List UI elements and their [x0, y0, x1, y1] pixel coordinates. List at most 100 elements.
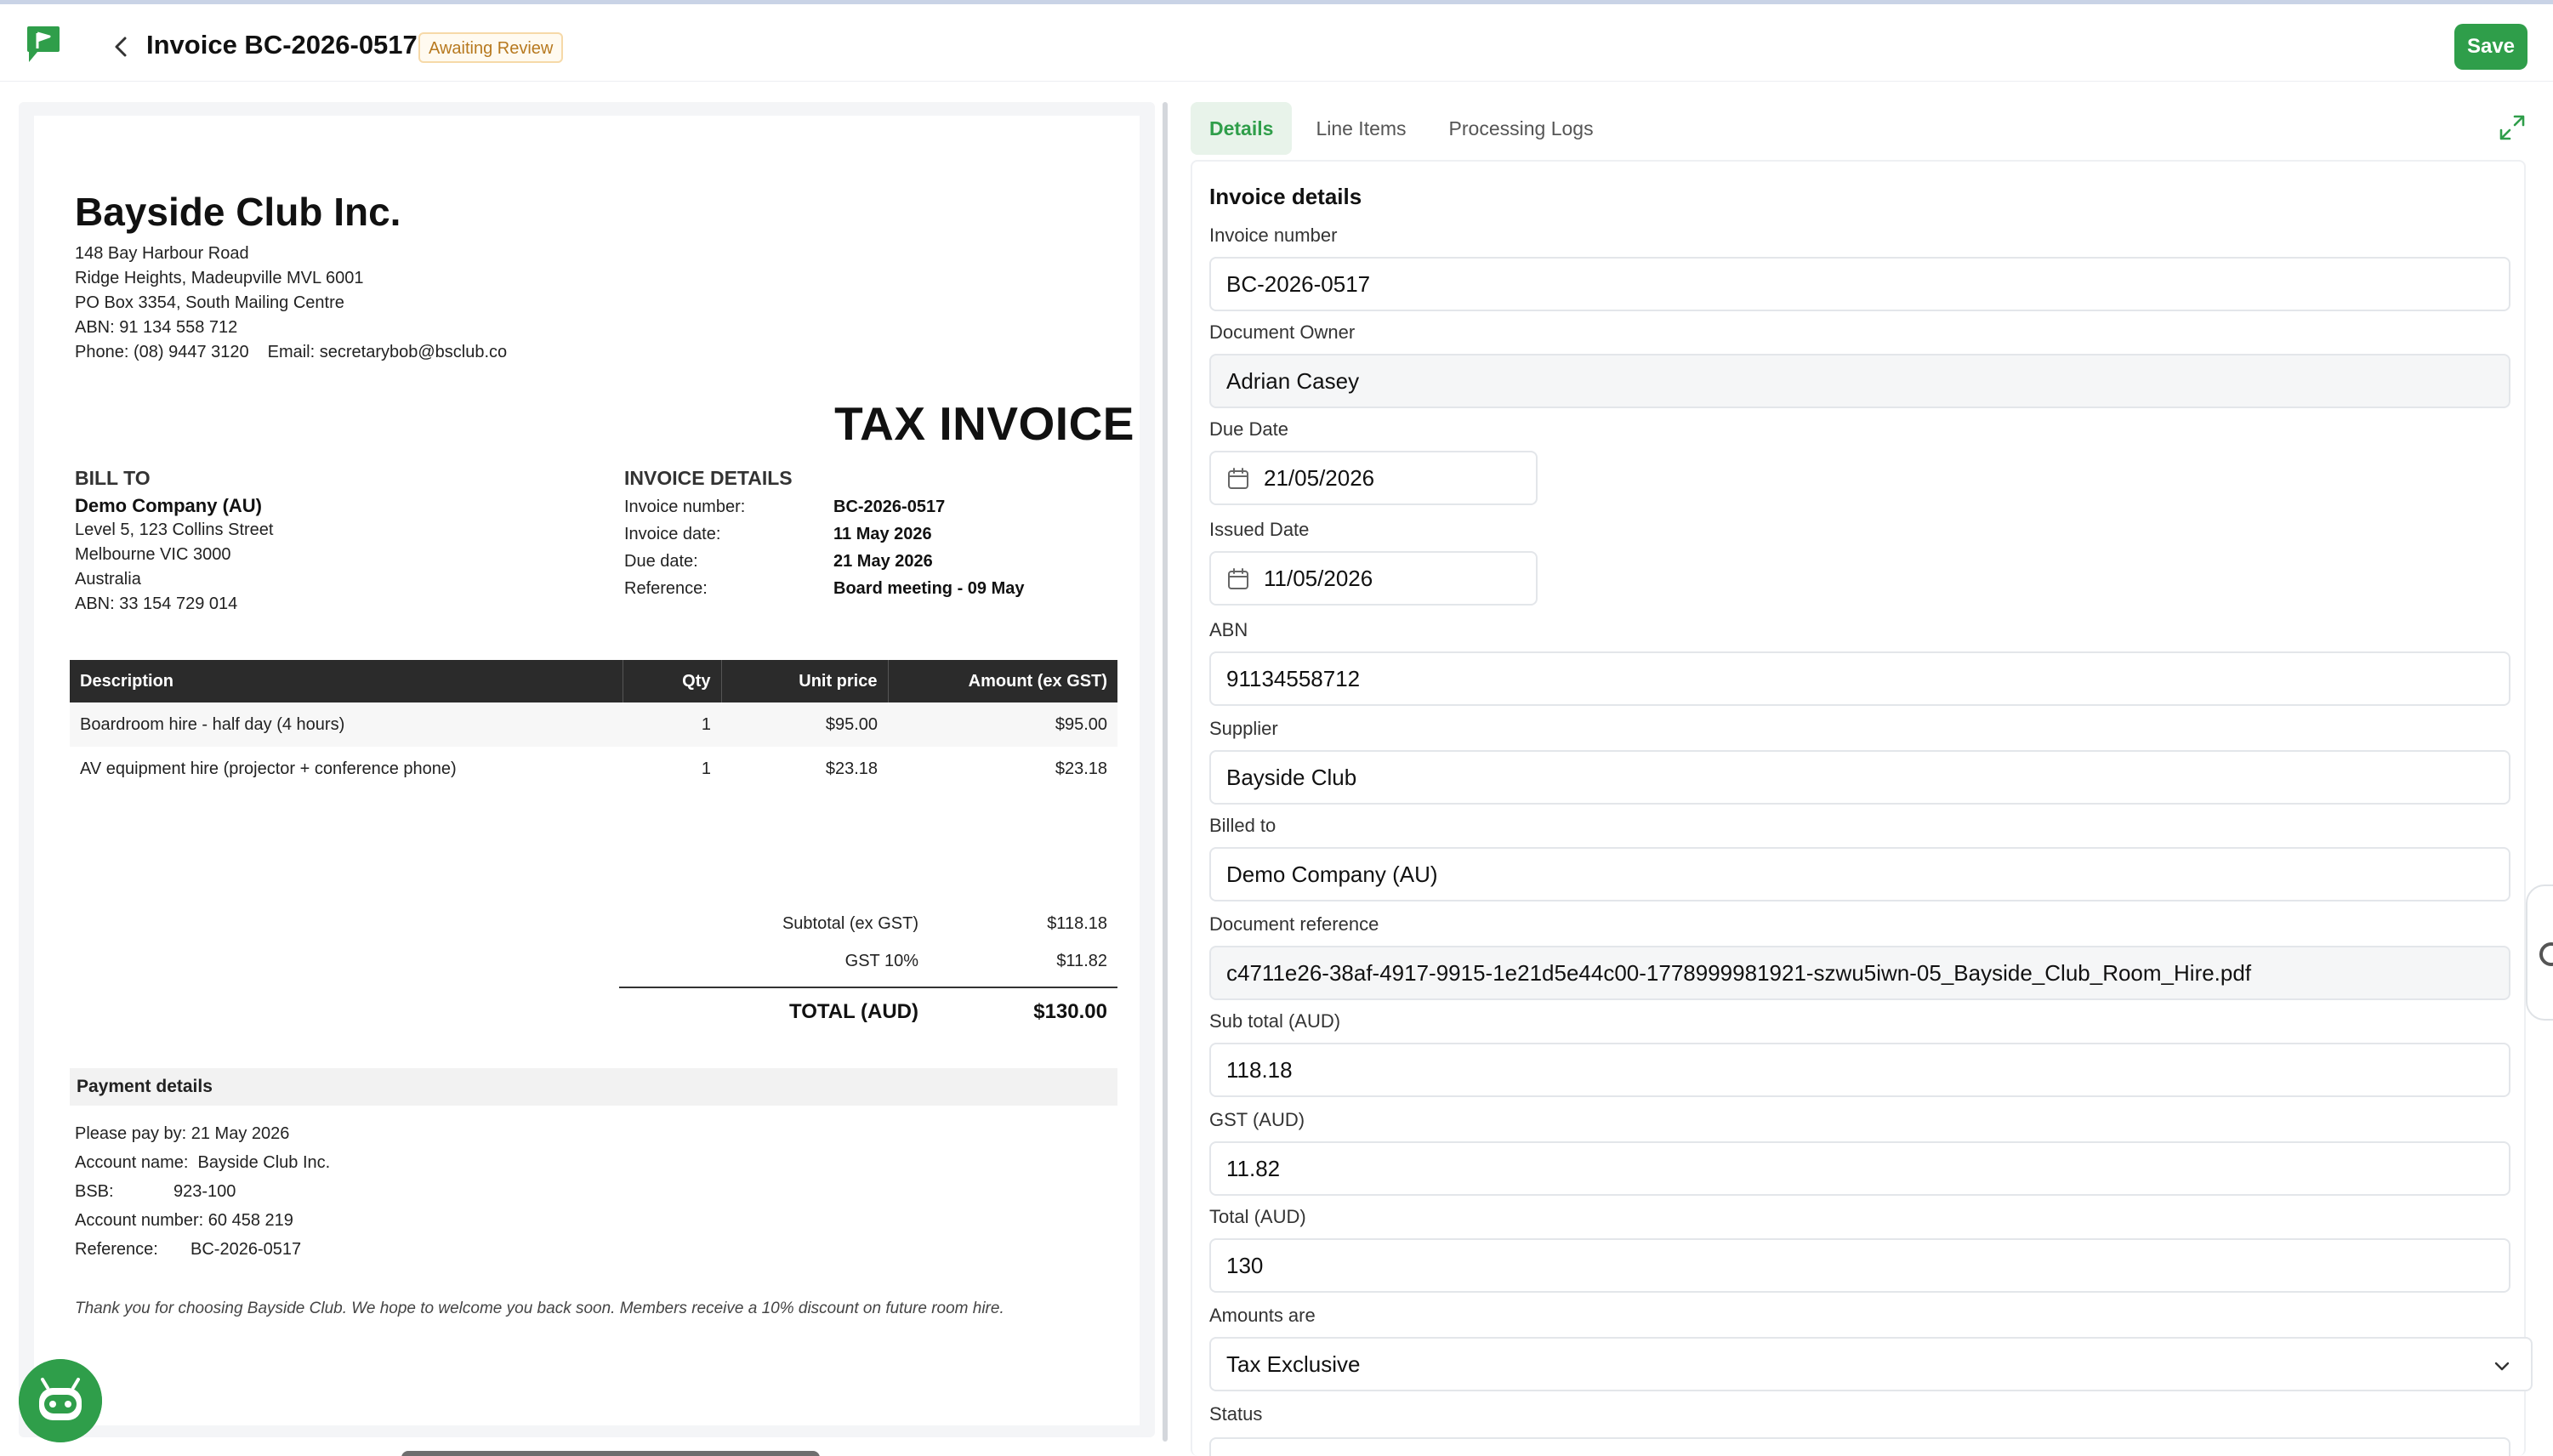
invoice-details-row: Invoice date: 11 May 2026 — [624, 520, 1025, 548]
table-row: AV equipment hire (projector + conferenc… — [70, 747, 1117, 791]
side-drawer-tab[interactable] — [2526, 884, 2553, 1021]
supplier-phone: Phone: (08) 9447 3120 — [75, 343, 249, 361]
totals-divider — [619, 987, 1117, 988]
detail-key: Due date: — [624, 552, 698, 571]
calendar-icon — [1228, 568, 1248, 589]
amounts-are-select[interactable]: Tax Exclusive — [1209, 1337, 2533, 1391]
amounts-are-label: Amounts are — [1209, 1305, 1316, 1326]
back-arrow-icon[interactable] — [109, 31, 133, 62]
column-header: Qty — [623, 660, 722, 702]
line-items-table: Description Qty Unit price Amount (ex GS… — [70, 660, 1117, 791]
zoom-out-icon[interactable] — [418, 1451, 474, 1456]
zoom-in-icon[interactable] — [474, 1451, 529, 1456]
amounts-are-value: Tax Exclusive — [1226, 1351, 1361, 1377]
issued-date-value: 11/05/2026 — [1264, 566, 1373, 591]
table-cell: 1 — [623, 702, 721, 747]
subtotal-label: Subtotal (ex GST) — [782, 913, 918, 933]
table-cell: $23.18 — [1055, 759, 1107, 778]
assistant-bot-icon[interactable] — [19, 1359, 102, 1442]
supplier-address-line: 148 Bay Harbour Road — [75, 244, 249, 263]
supplier-address: 148 Bay Harbour Road Ridge Heights, Made… — [75, 242, 507, 365]
supplier-address-line: Ridge Heights, Madeupville MVL 6001 — [75, 269, 364, 287]
document-viewer[interactable]: Bayside Club Inc. 148 Bay Harbour Road R… — [19, 102, 1155, 1456]
abn-field[interactable]: 91134558712 — [1209, 651, 2510, 706]
payment-row: Reference: BC-2026-0517 — [75, 1235, 330, 1264]
invoice-number-label: Invoice number — [1209, 225, 1338, 246]
total-label: TOTAL (AUD) — [789, 1000, 918, 1023]
payment-key: Account number: — [75, 1211, 204, 1230]
gst-row: GST 10% $11.82 — [619, 942, 1117, 980]
total-label: Total (AUD) — [1209, 1206, 1306, 1227]
table-header-row: Description Qty Unit price Amount (ex GS… — [70, 660, 1117, 702]
invoice-details-block: INVOICE DETAILS Invoice number: BC-2026-0… — [624, 466, 1025, 602]
payment-row: BSB: 923-100 — [75, 1177, 330, 1206]
tab-processing-logs[interactable]: Processing Logs — [1430, 102, 1612, 155]
supplier-contact: Phone: (08) 9447 3120 Email: secretarybob… — [75, 340, 507, 365]
gst-label: GST 10% — [844, 951, 918, 970]
gst-field[interactable]: 11.82 — [1209, 1141, 2510, 1196]
invoice-details-row: Reference: Board meeting - 09 May — [624, 575, 1025, 602]
camera-icon — [2539, 942, 2553, 966]
supplier-name: Bayside Club Inc. — [75, 190, 401, 234]
column-header: Description — [70, 660, 623, 702]
app-logo-icon[interactable] — [26, 25, 61, 65]
payment-details: Please pay by: 21 May 2026 Account name:… — [75, 1119, 330, 1264]
expand-icon[interactable] — [2497, 112, 2527, 143]
tab-details[interactable]: Details — [1191, 102, 1293, 155]
detail-value: BC-2026-0517 — [833, 498, 946, 516]
total-field[interactable]: 130 — [1209, 1238, 2510, 1293]
subtotal-field[interactable]: 118.18 — [1209, 1043, 2510, 1097]
document-owner-field[interactable]: Adrian Casey — [1209, 354, 2510, 408]
billed-to-field[interactable]: Demo Company (AU) — [1209, 847, 2510, 901]
viewer-toolbar — [401, 1451, 820, 1456]
subtotal-value: $118.18 — [1047, 913, 1107, 933]
status-badge: Awaiting Review — [418, 32, 564, 63]
supplier-label: Supplier — [1209, 718, 1278, 739]
payment-key: BSB: — [75, 1182, 114, 1201]
document-reference-field[interactable]: c4711e26-38af-4917-9915-1e21d5e44c00-177… — [1209, 946, 2510, 1000]
detail-key: Invoice number: — [624, 498, 746, 516]
table-cell: AV equipment hire (projector + conferenc… — [80, 759, 457, 778]
issued-date-label: Issued Date — [1209, 519, 1310, 540]
due-date-field[interactable]: 21/05/2026 — [1209, 451, 1538, 505]
status-field[interactable] — [1209, 1437, 2510, 1456]
tax-invoice-title: TAX INVOICE — [834, 397, 1134, 450]
payment-key: Account name: — [75, 1153, 189, 1172]
form-heading: Invoice details — [1209, 184, 1362, 209]
invoice-details-heading: INVOICE DETAILS — [624, 467, 793, 489]
table-cell: 1 — [701, 759, 711, 778]
chevron-down-icon — [2494, 1362, 2510, 1371]
previous-page-icon[interactable] — [693, 1451, 748, 1456]
tab-bar: Details Line Items Processing Logs — [1191, 102, 1612, 155]
invoice-number-field[interactable]: BC-2026-0517 — [1209, 257, 2510, 311]
payment-value: BC-2026-0517 — [190, 1240, 302, 1259]
detail-key: Reference: — [624, 579, 708, 598]
detail-key: Invoice date: — [624, 525, 721, 543]
bill-to-abn: ABN: 33 154 729 014 — [75, 594, 238, 613]
invoice-details-form: Invoice details Invoice number BC-2026-0… — [1191, 160, 2533, 1456]
document-icon[interactable] — [583, 1451, 639, 1456]
bill-to-line: Melbourne VIC 3000 — [75, 545, 231, 564]
tab-line-items[interactable]: Line Items — [1297, 102, 1424, 155]
subtotal-row: Subtotal (ex GST) $118.18 — [619, 905, 1117, 942]
payment-value: 60 458 219 — [208, 1211, 293, 1230]
issued-date-field[interactable]: 11/05/2026 — [1209, 551, 1538, 606]
payment-row: Account name: Bayside Club Inc. — [75, 1148, 330, 1177]
page-title: Invoice BC-2026-0517 — [146, 30, 418, 60]
next-page-icon[interactable] — [748, 1451, 803, 1456]
supplier-field[interactable]: Bayside Club — [1209, 750, 2510, 805]
download-icon[interactable] — [638, 1451, 693, 1456]
bill-to-line: Level 5, 123 Collins Street — [75, 520, 274, 539]
invoice-details-row: Invoice number: BC-2026-0517 — [624, 493, 1025, 520]
fit-screen-icon[interactable] — [528, 1451, 583, 1456]
panel-resize-handle[interactable] — [1163, 102, 1168, 1442]
payment-details-heading: Payment details — [70, 1068, 1117, 1106]
due-date-value: 21/05/2026 — [1264, 465, 1375, 491]
top-bar: Invoice BC-2026-0517 Awaiting Review Sav… — [0, 0, 2553, 82]
save-button[interactable]: Save — [2454, 24, 2527, 70]
invoice-details-row: Due date: 21 May 2026 — [624, 548, 1025, 575]
table-cell: $95.00 — [888, 702, 1117, 747]
payment-value: Bayside Club Inc. — [197, 1153, 331, 1172]
bill-to-block: BILL TO Demo Company (AU) Level 5, 123 C… — [75, 466, 273, 617]
status-label: Status — [1209, 1403, 1263, 1425]
